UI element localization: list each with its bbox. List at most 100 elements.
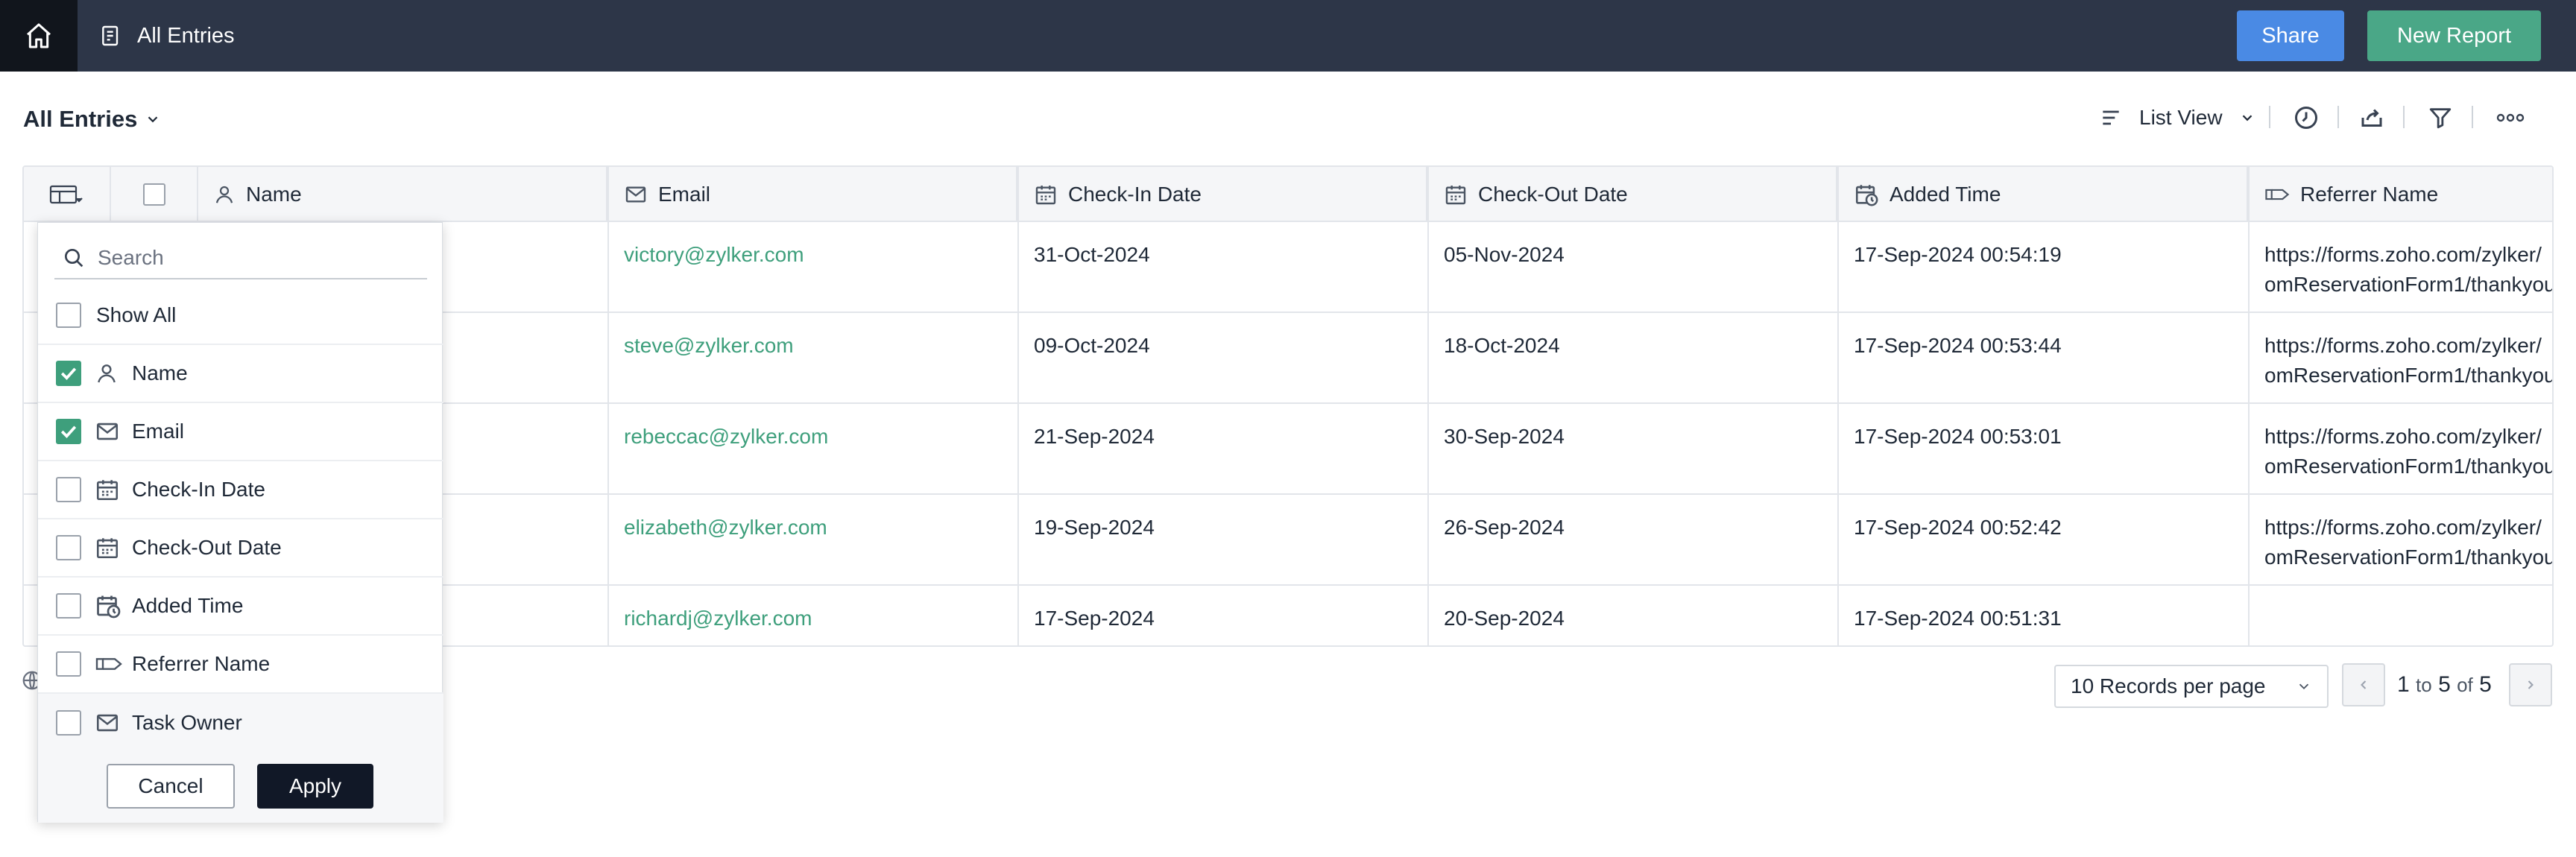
check-out-date-checkbox[interactable]	[56, 535, 81, 560]
home-button[interactable]	[0, 0, 78, 72]
chevron-down-icon	[2242, 115, 2252, 121]
added-time-cell: 17-Sep-2024 00:52:42	[1854, 516, 2062, 539]
check-in-cell: 19-Sep-2024	[1034, 516, 1155, 539]
records-per-page-value: 10 Records per page	[2071, 674, 2266, 698]
chevron-down-icon	[2299, 683, 2309, 690]
referrer-cell-line1: https://forms.zoho.com/zylker/	[2264, 243, 2542, 266]
option-task-owner[interactable]: Task Owner	[38, 694, 443, 752]
column-divider	[2248, 167, 2250, 645]
column-settings-button[interactable]	[49, 183, 83, 207]
added-time-cell: 17-Sep-2024 00:53:01	[1854, 425, 2062, 448]
option-label: Check-Out Date	[132, 536, 282, 559]
column-search[interactable]	[54, 238, 427, 279]
export-button[interactable]	[2357, 103, 2387, 133]
email-link[interactable]: richardj@zylker.com	[624, 604, 812, 633]
report-icon	[102, 25, 119, 46]
select-all-checkbox[interactable]	[143, 183, 165, 206]
history-button[interactable]	[2291, 103, 2321, 133]
filter-button[interactable]	[2425, 103, 2455, 133]
check-in-cell: 31-Oct-2024	[1034, 243, 1150, 266]
person-icon	[98, 364, 116, 383]
check-in-date-checkbox[interactable]	[56, 477, 81, 502]
filter-icon	[2429, 108, 2452, 129]
show-all-checkbox[interactable]	[56, 303, 81, 328]
column-header-referrer-name[interactable]: Referrer Name	[2248, 167, 2552, 222]
check-icon	[60, 426, 77, 438]
apply-button[interactable]: Apply	[257, 764, 373, 809]
option-name[interactable]: Name	[38, 345, 443, 403]
referrer-cell-line1: https://forms.zoho.com/zylker/	[2264, 425, 2542, 448]
new-report-button[interactable]: New Report	[2367, 10, 2541, 61]
toolbar-divider	[2472, 106, 2473, 128]
column-header-name[interactable]: Name	[197, 167, 607, 222]
view-selector[interactable]: All Entries	[23, 106, 161, 133]
referrer-cell-line1: https://forms.zoho.com/zylker/	[2264, 334, 2542, 357]
records-per-page-select[interactable]: 10 Records per page	[2054, 665, 2329, 708]
referrer-icon	[95, 658, 122, 670]
column-header-check-out-date[interactable]: Check-Out Date	[1427, 167, 1837, 222]
option-added-time[interactable]: Added Time	[38, 578, 443, 636]
toolbar-divider	[2403, 106, 2405, 128]
column-header-check-in-date[interactable]: Check-In Date	[1017, 167, 1427, 222]
calendar-icon	[1035, 186, 1056, 205]
check-out-cell: 20-Sep-2024	[1444, 607, 1565, 630]
email-link[interactable]: rebeccac@zylker.com	[624, 422, 828, 452]
list-lines-icon	[2103, 110, 2119, 125]
check-out-cell: 26-Sep-2024	[1444, 516, 1565, 539]
referrer-cell-line2: omReservationForm1/thankyou	[2264, 455, 2554, 478]
column-label: Check-In Date	[1068, 183, 1202, 206]
next-page-button[interactable]	[2509, 663, 2552, 706]
check-out-cell: 05-Nov-2024	[1444, 243, 1565, 266]
referrer-name-checkbox[interactable]	[56, 651, 81, 677]
option-referrer-name[interactable]: Referrer Name	[38, 636, 443, 694]
share-button[interactable]: Share	[2237, 10, 2344, 61]
email-link[interactable]: victory@zylker.com	[624, 240, 804, 270]
view-title: All Entries	[23, 106, 138, 132]
table-header: Name Email Check-In Date Check-Out Date …	[24, 167, 2552, 222]
option-check-in-date[interactable]: Check-In Date	[38, 461, 443, 519]
calendar-icon	[96, 480, 119, 501]
column-picker-panel: Show All Name Email Check-In Date Check-…	[37, 222, 443, 823]
email-checkbox[interactable]	[56, 419, 81, 444]
check-in-cell: 09-Oct-2024	[1034, 334, 1150, 357]
option-email[interactable]: Email	[38, 403, 443, 461]
page-indicator: 1 to 5 of 5	[2397, 672, 2492, 698]
column-settings-icon	[49, 185, 83, 204]
column-header-email[interactable]: Email	[607, 167, 1017, 222]
search-icon	[65, 249, 83, 268]
calendar-icon	[96, 538, 119, 559]
email-link[interactable]: steve@zylker.com	[624, 331, 794, 361]
list-view-label: List View	[2139, 106, 2223, 129]
previous-page-button[interactable]	[2342, 663, 2385, 706]
more-options-button[interactable]	[2496, 103, 2525, 133]
option-label: Referrer Name	[132, 652, 271, 675]
chevron-left-icon	[2361, 680, 2367, 689]
calendar-clock-icon	[97, 595, 121, 619]
calendar-clock-icon	[1855, 185, 1878, 206]
column-label: Email	[658, 183, 711, 206]
share-export-icon	[2361, 109, 2382, 127]
toolbar-divider	[2269, 106, 2270, 128]
search-input[interactable]	[98, 246, 411, 270]
column-label: Check-Out Date	[1478, 183, 1628, 206]
name-checkbox[interactable]	[56, 361, 81, 386]
option-show-all[interactable]: Show All	[38, 287, 443, 345]
check-in-cell: 21-Sep-2024	[1034, 425, 1155, 448]
page-to: 5	[2438, 672, 2451, 697]
list-view-selector[interactable]: List View	[2099, 101, 2255, 134]
option-check-out-date[interactable]: Check-Out Date	[38, 519, 443, 578]
column-divider	[1427, 167, 1429, 645]
added-time-checkbox[interactable]	[56, 593, 81, 619]
option-label: Show All	[96, 303, 177, 326]
cancel-button[interactable]: Cancel	[107, 764, 235, 809]
email-link[interactable]: elizabeth@zylker.com	[624, 513, 827, 543]
task-owner-checkbox[interactable]	[56, 710, 81, 736]
page-to-word: to	[2416, 674, 2432, 696]
column-header-added-time[interactable]: Added Time	[1837, 167, 2248, 222]
referrer-cell-line2: omReservationForm1/thankyou	[2264, 364, 2554, 387]
referrer-cell-line2: omReservationForm1/thankyou	[2264, 273, 2554, 296]
column-label: Name	[246, 183, 302, 206]
panel-footer	[38, 752, 443, 823]
check-icon	[60, 367, 77, 380]
column-divider	[607, 167, 609, 645]
